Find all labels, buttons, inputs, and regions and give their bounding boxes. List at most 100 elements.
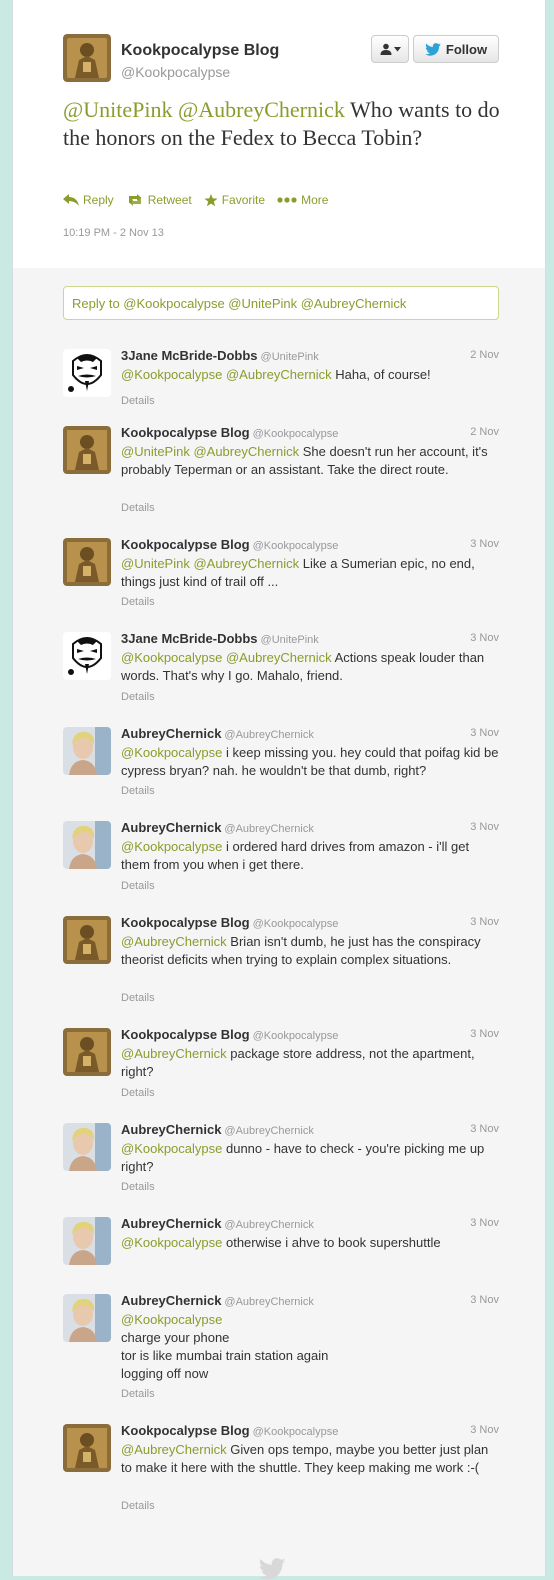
reply-tweet[interactable]: Kookpocalypse Blog @Kookpocalypse 3 Nov @Au… xyxy=(13,1413,545,1526)
mention-link[interactable]: @Kookpocalypse xyxy=(121,839,222,854)
mention-link[interactable]: @AubreyChernick xyxy=(121,1046,227,1061)
reply-tweet[interactable]: AubreyChernick @AubreyChernick 3 Nov @Kookp… xyxy=(13,716,545,811)
details-link[interactable]: Details xyxy=(121,880,155,892)
reply-author-fullname[interactable]: AubreyChernick xyxy=(121,1216,221,1231)
reply-avatar[interactable] xyxy=(63,426,111,474)
mention-link[interactable]: @Kookpocalypse xyxy=(121,1141,222,1156)
reply-author-handle[interactable]: @AubreyChernick xyxy=(224,823,313,835)
details-link[interactable]: Details xyxy=(121,785,155,797)
mention-link[interactable]: @AubreyChernick xyxy=(121,934,227,949)
reply-avatar[interactable] xyxy=(63,1424,111,1472)
reply-author-handle[interactable]: @AubreyChernick xyxy=(224,1296,313,1308)
more-action[interactable]: More xyxy=(277,193,328,207)
mention-link[interactable]: @Kookpocalypse xyxy=(121,1235,222,1250)
reply-action[interactable]: Reply xyxy=(63,193,114,207)
reply-author-handle[interactable]: @Kookpocalypse xyxy=(253,918,339,930)
reply-tweet[interactable]: Kookpocalypse Blog @Kookpocalypse 2 Nov @Un… xyxy=(13,415,545,528)
details-link[interactable]: Details xyxy=(121,1181,155,1193)
reply-tweet[interactable]: Kookpocalypse Blog @Kookpocalypse 3 Nov @Au… xyxy=(13,1017,545,1113)
mention-link[interactable]: @UnitePink @AubreyChernick xyxy=(121,556,299,571)
details-link[interactable]: Details xyxy=(121,691,155,703)
mention-link[interactable]: @Kookpocalypse @AubreyChernick xyxy=(121,650,332,665)
reply-date[interactable]: 2 Nov xyxy=(470,426,499,438)
reply-input[interactable]: Reply to @Kookpocalypse @UnitePink @Aubr… xyxy=(63,286,499,320)
reply-author-name[interactable]: AubreyChernick @AubreyChernick xyxy=(121,1216,314,1231)
favorite-action[interactable]: Favorite xyxy=(204,193,265,207)
reply-author-fullname[interactable]: 3Jane McBride-Dobbs xyxy=(121,348,258,363)
reply-avatar[interactable] xyxy=(63,1028,111,1076)
reply-avatar[interactable] xyxy=(63,821,111,869)
reply-author-fullname[interactable]: AubreyChernick xyxy=(121,1122,221,1137)
reply-tweet[interactable]: AubreyChernick @AubreyChernick 3 Nov @Kookp… xyxy=(13,1283,545,1414)
mention-link[interactable]: @AubreyChernick xyxy=(121,1442,227,1457)
mention-link[interactable]: @Kookpocalypse xyxy=(121,745,222,760)
reply-author-name[interactable]: Kookpocalypse Blog @Kookpocalypse xyxy=(121,1027,338,1042)
reply-author-name[interactable]: Kookpocalypse Blog @Kookpocalypse xyxy=(121,537,338,552)
reply-avatar[interactable] xyxy=(63,1123,111,1171)
retweet-action[interactable]: Retweet xyxy=(126,193,192,207)
reply-author-handle[interactable]: @AubreyChernick xyxy=(224,729,313,741)
reply-author-fullname[interactable]: AubreyChernick xyxy=(121,820,221,835)
reply-author-handle[interactable]: @Kookpocalypse xyxy=(253,428,339,440)
reply-avatar[interactable] xyxy=(63,727,111,775)
reply-author-fullname[interactable]: AubreyChernick xyxy=(121,726,221,741)
reply-author-fullname[interactable]: Kookpocalypse Blog xyxy=(121,915,250,930)
reply-tweet[interactable]: AubreyChernick @AubreyChernick 3 Nov @Kookp… xyxy=(13,1206,545,1284)
reply-author-name[interactable]: Kookpocalypse Blog @Kookpocalypse xyxy=(121,1423,338,1438)
reply-author-name[interactable]: 3Jane McBride-Dobbs @UnitePink xyxy=(121,631,319,646)
reply-tweet[interactable]: 3Jane McBride-Dobbs @UnitePink 2 Nov @Kookp… xyxy=(13,338,545,416)
reply-author-handle[interactable]: @Kookpocalypse xyxy=(253,1030,339,1042)
reply-date[interactable]: 3 Nov xyxy=(470,1217,499,1229)
reply-author-name[interactable]: AubreyChernick @AubreyChernick xyxy=(121,820,314,835)
reply-author-name[interactable]: Kookpocalypse Blog @Kookpocalypse xyxy=(121,915,338,930)
author-name[interactable]: Kookpocalypse Blog xyxy=(121,42,279,60)
mention-link[interactable]: @UnitePink @AubreyChernick xyxy=(121,444,299,459)
reply-author-fullname[interactable]: Kookpocalypse Blog xyxy=(121,1423,250,1438)
details-link[interactable]: Details xyxy=(121,1500,155,1512)
reply-author-handle[interactable]: @Kookpocalypse xyxy=(253,1426,339,1438)
mention-link[interactable]: @Kookpocalypse xyxy=(121,1312,222,1327)
reply-date[interactable]: 3 Nov xyxy=(470,821,499,833)
tweet-timestamp[interactable]: 10:19 PM - 2 Nov 13 xyxy=(63,227,164,239)
reply-date[interactable]: 3 Nov xyxy=(470,1294,499,1306)
reply-tweet[interactable]: AubreyChernick @AubreyChernick 3 Nov @Kookp… xyxy=(13,810,545,906)
author-avatar[interactable] xyxy=(63,34,111,82)
reply-date[interactable]: 3 Nov xyxy=(470,916,499,928)
reply-author-fullname[interactable]: Kookpocalypse Blog xyxy=(121,425,250,440)
reply-author-name[interactable]: 3Jane McBride-Dobbs @UnitePink xyxy=(121,348,319,363)
reply-date[interactable]: 3 Nov xyxy=(470,1424,499,1436)
reply-author-handle[interactable]: @UnitePink xyxy=(261,634,319,646)
reply-date[interactable]: 3 Nov xyxy=(470,632,499,644)
reply-author-name[interactable]: AubreyChernick @AubreyChernick xyxy=(121,1293,314,1308)
details-link[interactable]: Details xyxy=(121,395,155,407)
reply-date[interactable]: 3 Nov xyxy=(470,727,499,739)
reply-tweet[interactable]: Kookpocalypse Blog @Kookpocalypse 3 Nov @Au… xyxy=(13,905,545,1018)
user-actions-button[interactable] xyxy=(371,35,409,63)
reply-author-fullname[interactable]: Kookpocalypse Blog xyxy=(121,537,250,552)
reply-date[interactable]: 2 Nov xyxy=(470,349,499,361)
reply-avatar[interactable] xyxy=(63,1294,111,1342)
details-link[interactable]: Details xyxy=(121,1087,155,1099)
follow-button[interactable]: Follow xyxy=(413,35,499,63)
reply-date[interactable]: 3 Nov xyxy=(470,538,499,550)
reply-author-name[interactable]: Kookpocalypse Blog @Kookpocalypse xyxy=(121,425,338,440)
reply-author-fullname[interactable]: Kookpocalypse Blog xyxy=(121,1027,250,1042)
author-handle[interactable]: @Kookpocalypse xyxy=(121,64,230,80)
reply-tweet[interactable]: Kookpocalypse Blog @Kookpocalypse 3 Nov @Un… xyxy=(13,527,545,622)
reply-author-fullname[interactable]: AubreyChernick xyxy=(121,1293,221,1308)
reply-author-handle[interactable]: @UnitePink xyxy=(261,351,319,363)
reply-author-name[interactable]: AubreyChernick @AubreyChernick xyxy=(121,1122,314,1137)
details-link[interactable]: Details xyxy=(121,596,155,608)
mention-link[interactable]: @AubreyChernick xyxy=(178,97,345,122)
mention-link[interactable]: @UnitePink xyxy=(63,97,172,122)
reply-tweet[interactable]: AubreyChernick @AubreyChernick 3 Nov @Kookp… xyxy=(13,1112,545,1207)
details-link[interactable]: Details xyxy=(121,1388,155,1400)
reply-avatar[interactable] xyxy=(63,632,111,680)
reply-tweet[interactable]: 3Jane McBride-Dobbs @UnitePink 3 Nov @Kookp… xyxy=(13,621,545,717)
reply-date[interactable]: 3 Nov xyxy=(470,1028,499,1040)
details-link[interactable]: Details xyxy=(121,992,155,1004)
reply-avatar[interactable] xyxy=(63,1217,111,1265)
reply-date[interactable]: 3 Nov xyxy=(470,1123,499,1135)
mention-link[interactable]: @Kookpocalypse @AubreyChernick xyxy=(121,367,332,382)
reply-avatar[interactable] xyxy=(63,349,111,397)
